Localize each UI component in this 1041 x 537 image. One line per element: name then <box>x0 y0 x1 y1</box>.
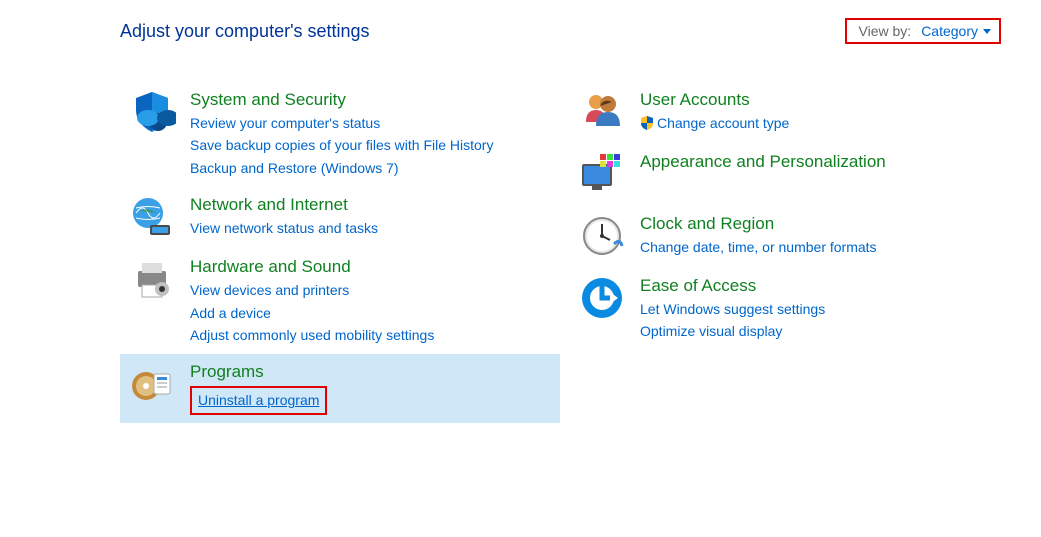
category-system-security: System and Security Review your computer… <box>120 82 560 187</box>
category-clock-region: Clock and Region Change date, time, or n… <box>570 206 990 268</box>
highlight-uninstall: Uninstall a program <box>190 386 327 414</box>
view-by-dropdown[interactable]: Category <box>921 23 991 39</box>
category-title[interactable]: System and Security <box>190 90 493 110</box>
category-link[interactable]: Change date, time, or number formats <box>640 236 877 258</box>
users-icon <box>578 88 626 136</box>
category-link[interactable]: Optimize visual display <box>640 320 825 342</box>
link-text: Change account type <box>657 115 789 131</box>
view-by-container: View by: Category <box>845 18 1001 44</box>
category-link[interactable]: View network status and tasks <box>190 217 378 239</box>
view-by-value-text: Category <box>921 23 978 39</box>
category-link[interactable]: Change account type <box>640 112 789 134</box>
category-link[interactable]: Add a device <box>190 302 434 324</box>
category-title[interactable]: Programs <box>190 362 327 382</box>
uac-shield-icon <box>640 116 654 130</box>
monitor-palette-icon <box>578 150 626 198</box>
uninstall-program-link[interactable]: Uninstall a program <box>198 389 319 411</box>
page-title: Adjust your computer's settings <box>120 21 370 42</box>
chevron-down-icon <box>983 29 991 34</box>
category-network-internet: Network and Internet View network status… <box>120 187 560 249</box>
view-by-label: View by: <box>859 23 912 39</box>
category-link[interactable]: Let Windows suggest settings <box>640 298 825 320</box>
shield-icon <box>128 88 176 136</box>
category-link[interactable]: Backup and Restore (Windows 7) <box>190 157 493 179</box>
disc-icon <box>128 360 176 408</box>
globe-icon <box>128 193 176 241</box>
category-link[interactable]: View devices and printers <box>190 279 434 301</box>
category-ease-of-access: Ease of Access Let Windows suggest setti… <box>570 268 990 351</box>
category-title[interactable]: Appearance and Personalization <box>640 152 886 172</box>
category-link[interactable]: Review your computer's status <box>190 112 493 134</box>
category-title[interactable]: User Accounts <box>640 90 789 110</box>
category-appearance: Appearance and Personalization <box>570 144 990 206</box>
category-title[interactable]: Clock and Region <box>640 214 877 234</box>
printer-icon <box>128 255 176 303</box>
category-title[interactable]: Network and Internet <box>190 195 378 215</box>
clock-icon <box>578 212 626 260</box>
category-title[interactable]: Ease of Access <box>640 276 825 296</box>
category-user-accounts: User Accounts Change account type <box>570 82 990 144</box>
category-hardware-sound: Hardware and Sound View devices and prin… <box>120 249 560 354</box>
category-programs: Programs Uninstall a program <box>120 354 560 422</box>
category-link[interactable]: Save backup copies of your files with Fi… <box>190 134 493 156</box>
ease-of-access-icon <box>578 274 626 322</box>
category-title[interactable]: Hardware and Sound <box>190 257 434 277</box>
category-link[interactable]: Adjust commonly used mobility settings <box>190 324 434 346</box>
